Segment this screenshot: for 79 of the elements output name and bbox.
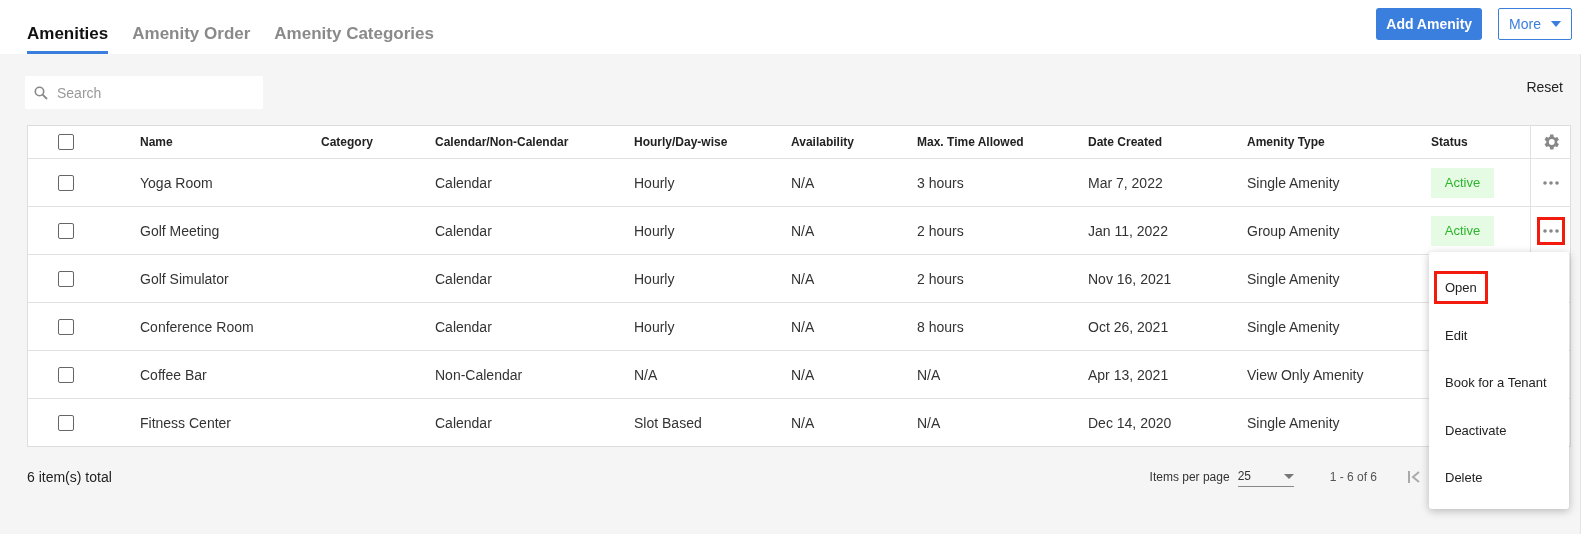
item-total: 6 item(s) total	[27, 469, 112, 485]
checkbox[interactable]	[58, 134, 74, 150]
table-cell: N/A	[791, 414, 815, 431]
table-cell: 2 hours	[917, 270, 964, 287]
checkbox[interactable]	[58, 366, 74, 383]
table-cell: Calendar	[435, 222, 492, 239]
table-cell: Single Amenity	[1247, 414, 1340, 431]
table-cell: Calendar	[435, 270, 492, 287]
table-cell: Single Amenity	[1247, 270, 1340, 287]
table-cell: Single Amenity	[1247, 318, 1340, 335]
items-per-page-select[interactable]: 25	[1237, 467, 1294, 487]
table-cell: Fitness Center	[140, 414, 232, 431]
table-cell: Coffee Bar	[140, 366, 207, 383]
more-button[interactable]	[1536, 216, 1565, 245]
column-header: Availability	[791, 135, 854, 149]
reset-link[interactable]: Reset	[1526, 76, 1563, 95]
table-cell: Calendar	[435, 174, 492, 191]
table-cell: Hourly	[634, 222, 675, 239]
table-cell: Golf Meeting	[140, 222, 220, 239]
column-header: Hourly/Day-wise	[634, 135, 728, 149]
caret-icon	[1283, 473, 1294, 479]
column-header: Category	[321, 135, 373, 149]
more-icon	[1542, 180, 1559, 185]
table-cell: N/A	[791, 222, 815, 239]
menu-item[interactable]: Book for a Tenant	[1434, 366, 1558, 400]
table-cell: Hourly	[634, 318, 675, 335]
search-field[interactable]: Search	[25, 76, 263, 109]
column-header: Calendar/Non-Calendar	[435, 135, 569, 149]
table-cell: 8 hours	[917, 318, 964, 335]
table-cell: Golf Simulator	[140, 270, 229, 287]
status-badge: Active	[1431, 167, 1494, 198]
column-header: Max. Time Allowed	[917, 135, 1024, 149]
table-cell: Apr 13, 2021	[1088, 366, 1169, 383]
table-cell: N/A	[917, 414, 941, 431]
column-header: Name	[140, 135, 173, 149]
checkbox[interactable]	[58, 222, 74, 239]
more-icon	[1542, 228, 1559, 233]
items-per-page-label: Items per page	[1149, 470, 1230, 484]
table-cell: Group Amenity	[1247, 222, 1340, 239]
table-cell: N/A	[917, 366, 941, 383]
table-cell: Conference Room	[140, 318, 254, 335]
table-cell: Hourly	[634, 174, 675, 191]
add-amenity-button[interactable]: Add Amenity	[1376, 8, 1483, 40]
column-header: Date Created	[1088, 135, 1163, 149]
table-cell: Mar 7, 2022	[1088, 174, 1163, 191]
table-cell: N/A	[791, 174, 815, 191]
table-cell: 2 hours	[917, 222, 964, 239]
menu-item[interactable]: Delete	[1434, 461, 1494, 495]
status-badge: Active	[1431, 215, 1494, 246]
table-cell: N/A	[634, 366, 658, 383]
page-range: 1 - 6 of 6	[1329, 470, 1377, 484]
table-cell: Yoga Room	[140, 174, 213, 191]
table-cell: Hourly	[634, 270, 675, 287]
table-cell: Single Amenity	[1247, 174, 1340, 191]
column-header: Amenity Type	[1247, 135, 1325, 149]
more-button[interactable]: More	[1498, 8, 1572, 40]
checkbox[interactable]	[58, 414, 74, 431]
table-cell: N/A	[791, 270, 815, 287]
table-cell: N/A	[791, 318, 815, 335]
search-icon	[34, 86, 48, 100]
menu-item[interactable]: Open	[1434, 271, 1488, 305]
menu-item[interactable]: Edit	[1434, 318, 1479, 352]
table-cell: View Only Amenity	[1247, 366, 1364, 383]
menu-item[interactable]: Deactivate	[1434, 413, 1518, 447]
checkbox[interactable]	[58, 270, 74, 287]
table-cell: 3 hours	[917, 174, 964, 191]
table-cell: Slot Based	[634, 414, 702, 431]
table-cell: Non-Calendar	[435, 366, 523, 383]
table-cell: Dec 14, 2020	[1088, 414, 1172, 431]
table-cell: Oct 26, 2021	[1088, 318, 1169, 335]
table-cell: Nov 16, 2021	[1088, 270, 1172, 287]
checkbox[interactable]	[58, 174, 74, 191]
column-header: Status	[1431, 135, 1468, 149]
table-cell: Jan 11, 2022	[1088, 222, 1168, 239]
table-cell: N/A	[791, 366, 815, 383]
table-cell: Calendar	[435, 318, 492, 335]
checkbox[interactable]	[58, 318, 74, 335]
caret-icon	[1551, 21, 1561, 27]
table-cell: Calendar	[435, 414, 492, 431]
